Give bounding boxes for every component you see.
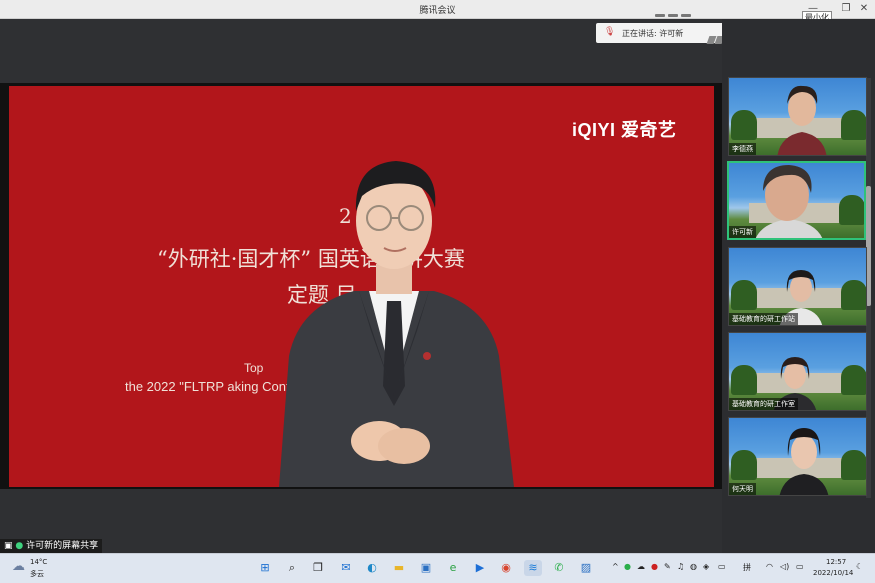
share-label-text: 许可新的屏幕共享 [26, 541, 99, 551]
slide: iQIYI 爱奇艺 2 “外研社·国才杯” 国英语演讲大赛 定题 目 Top t… [9, 86, 714, 487]
drag-handle[interactable] [655, 2, 715, 17]
speaking-text: 正在讲话: 许可新 [622, 29, 684, 38]
screen-share-icon: ▣ [4, 541, 13, 551]
presenter-video [279, 161, 514, 487]
tray-keyboard-icon[interactable]: ▭ [718, 562, 726, 571]
chrome-icon[interactable]: ◉ [497, 560, 515, 576]
chevron-up-icon[interactable]: ^ [612, 562, 619, 571]
tray-app-icon[interactable]: ◍ [690, 562, 697, 571]
start-icon[interactable]: ⊞ [256, 560, 274, 576]
participant-name: 李德燕 [729, 143, 756, 155]
ime-indicator[interactable]: 拼 [743, 562, 751, 573]
participant-name: 何天明 [729, 483, 756, 495]
tray-app-icon[interactable]: ◈ [703, 562, 709, 571]
participant-name: 基础教育的研工作站 [729, 313, 798, 325]
edge-icon[interactable]: ◐ [363, 560, 381, 576]
participant-name: 许可新 [729, 226, 756, 238]
mic-icon: 🎙 [604, 27, 616, 37]
notification-icon[interactable]: ☾ [856, 562, 863, 571]
weather-desc[interactable]: 多云 [30, 569, 44, 579]
participant-avatar [779, 428, 829, 495]
ie-icon[interactable]: e [444, 560, 462, 576]
clock-date[interactable]: 2022/10/14 [813, 569, 853, 577]
mail-icon[interactable]: ✉ [337, 560, 355, 576]
participant-tile[interactable]: 何天明 [728, 417, 867, 496]
weather-temp[interactable]: 14°C [30, 558, 47, 566]
tray-app-icon[interactable]: ● [624, 562, 631, 571]
mic-icon: ● [15, 541, 24, 551]
app-window: 腾讯会议 — ❐ ✕ 最小化 🎙 正在讲话: 许可新 iQIYI 爱奇艺 2 “… [0, 0, 875, 583]
wifi-icon[interactable]: ◠ [766, 562, 773, 571]
participant-tile-active[interactable]: 许可新 [727, 161, 866, 240]
volume-icon[interactable]: ◁) [780, 562, 789, 571]
wechat-icon[interactable]: ✆ [550, 560, 568, 576]
tray-app-icon[interactable]: ● [651, 562, 658, 571]
participant-tile[interactable]: 基础教育的研工作室 [728, 332, 867, 411]
participant-tile[interactable]: 基础教育的研工作站 [728, 247, 867, 326]
tray-cloud-icon[interactable]: ☁ [637, 562, 645, 571]
participant-avatar [777, 85, 827, 155]
clock-time[interactable]: 12:57 [826, 558, 846, 566]
search-icon[interactable]: ⌕ [283, 560, 301, 576]
store-icon[interactable]: ▣ [417, 560, 435, 576]
tray-app-icon[interactable]: ♫ [677, 562, 684, 571]
meeting-icon[interactable]: ≋ [524, 560, 542, 576]
folder-icon[interactable]: ▬ [390, 560, 408, 576]
title-bar: 腾讯会议 — ❐ ✕ [0, 0, 875, 19]
screen-share-label: ▣ ● 许可新的屏幕共享 [0, 539, 103, 553]
participant-avatar [755, 165, 823, 238]
tencent-meeting-icon[interactable]: ▶ [471, 560, 489, 576]
participant-name: 基础教育的研工作室 [729, 398, 798, 410]
taskview-icon[interactable]: ❐ [309, 560, 327, 576]
close-button[interactable]: ✕ [856, 2, 872, 16]
iqiyi-logo: iQIYI 爱奇艺 [572, 120, 677, 140]
battery-icon[interactable]: ▭ [796, 562, 804, 571]
cloud-icon[interactable]: ☁ [12, 559, 25, 574]
participant-tile[interactable]: 李德燕 [728, 77, 867, 156]
window-title: 腾讯会议 [419, 6, 456, 16]
tray-app-icon[interactable]: ✎ [664, 562, 671, 571]
photo-icon[interactable]: ▨ [577, 560, 595, 576]
restore-button[interactable]: ❐ [838, 2, 854, 16]
